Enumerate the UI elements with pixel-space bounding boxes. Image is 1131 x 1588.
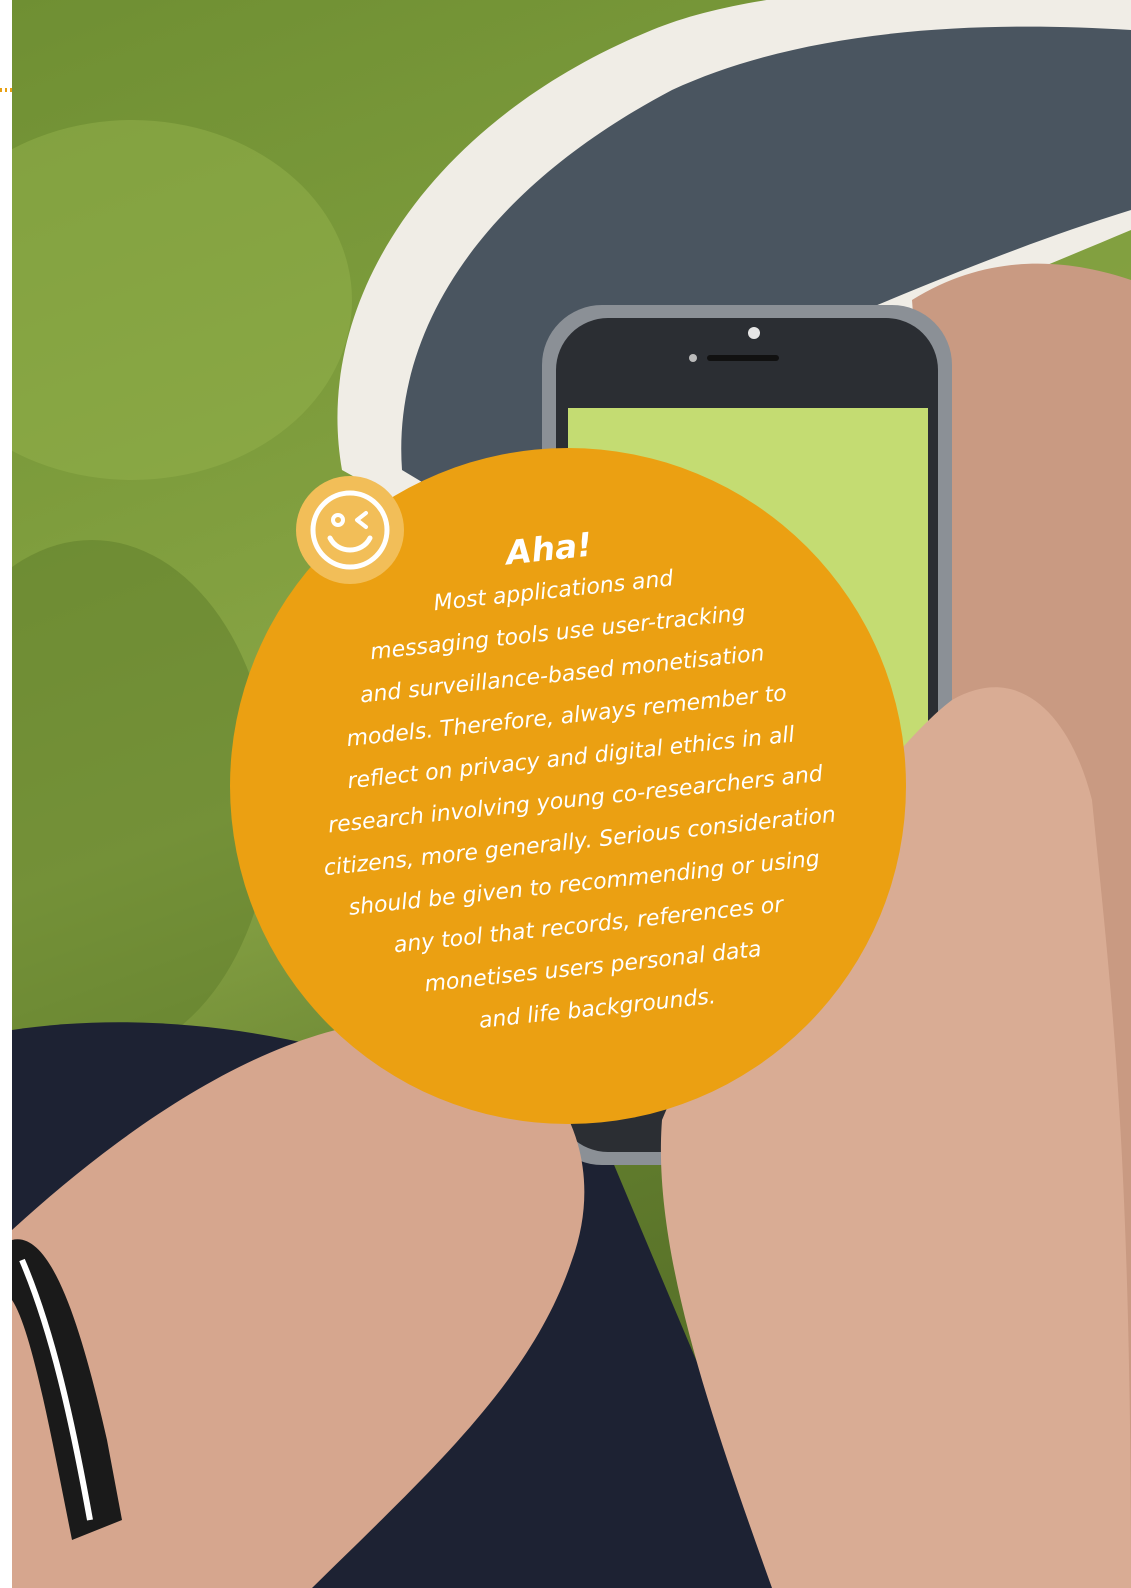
callout-text-block: Aha! Most applications and messaging too… <box>288 502 858 1057</box>
callout-body: Most applications and messaging tools us… <box>322 565 838 1034</box>
dotted-rule <box>0 88 12 92</box>
winking-smiley-icon <box>296 476 404 584</box>
